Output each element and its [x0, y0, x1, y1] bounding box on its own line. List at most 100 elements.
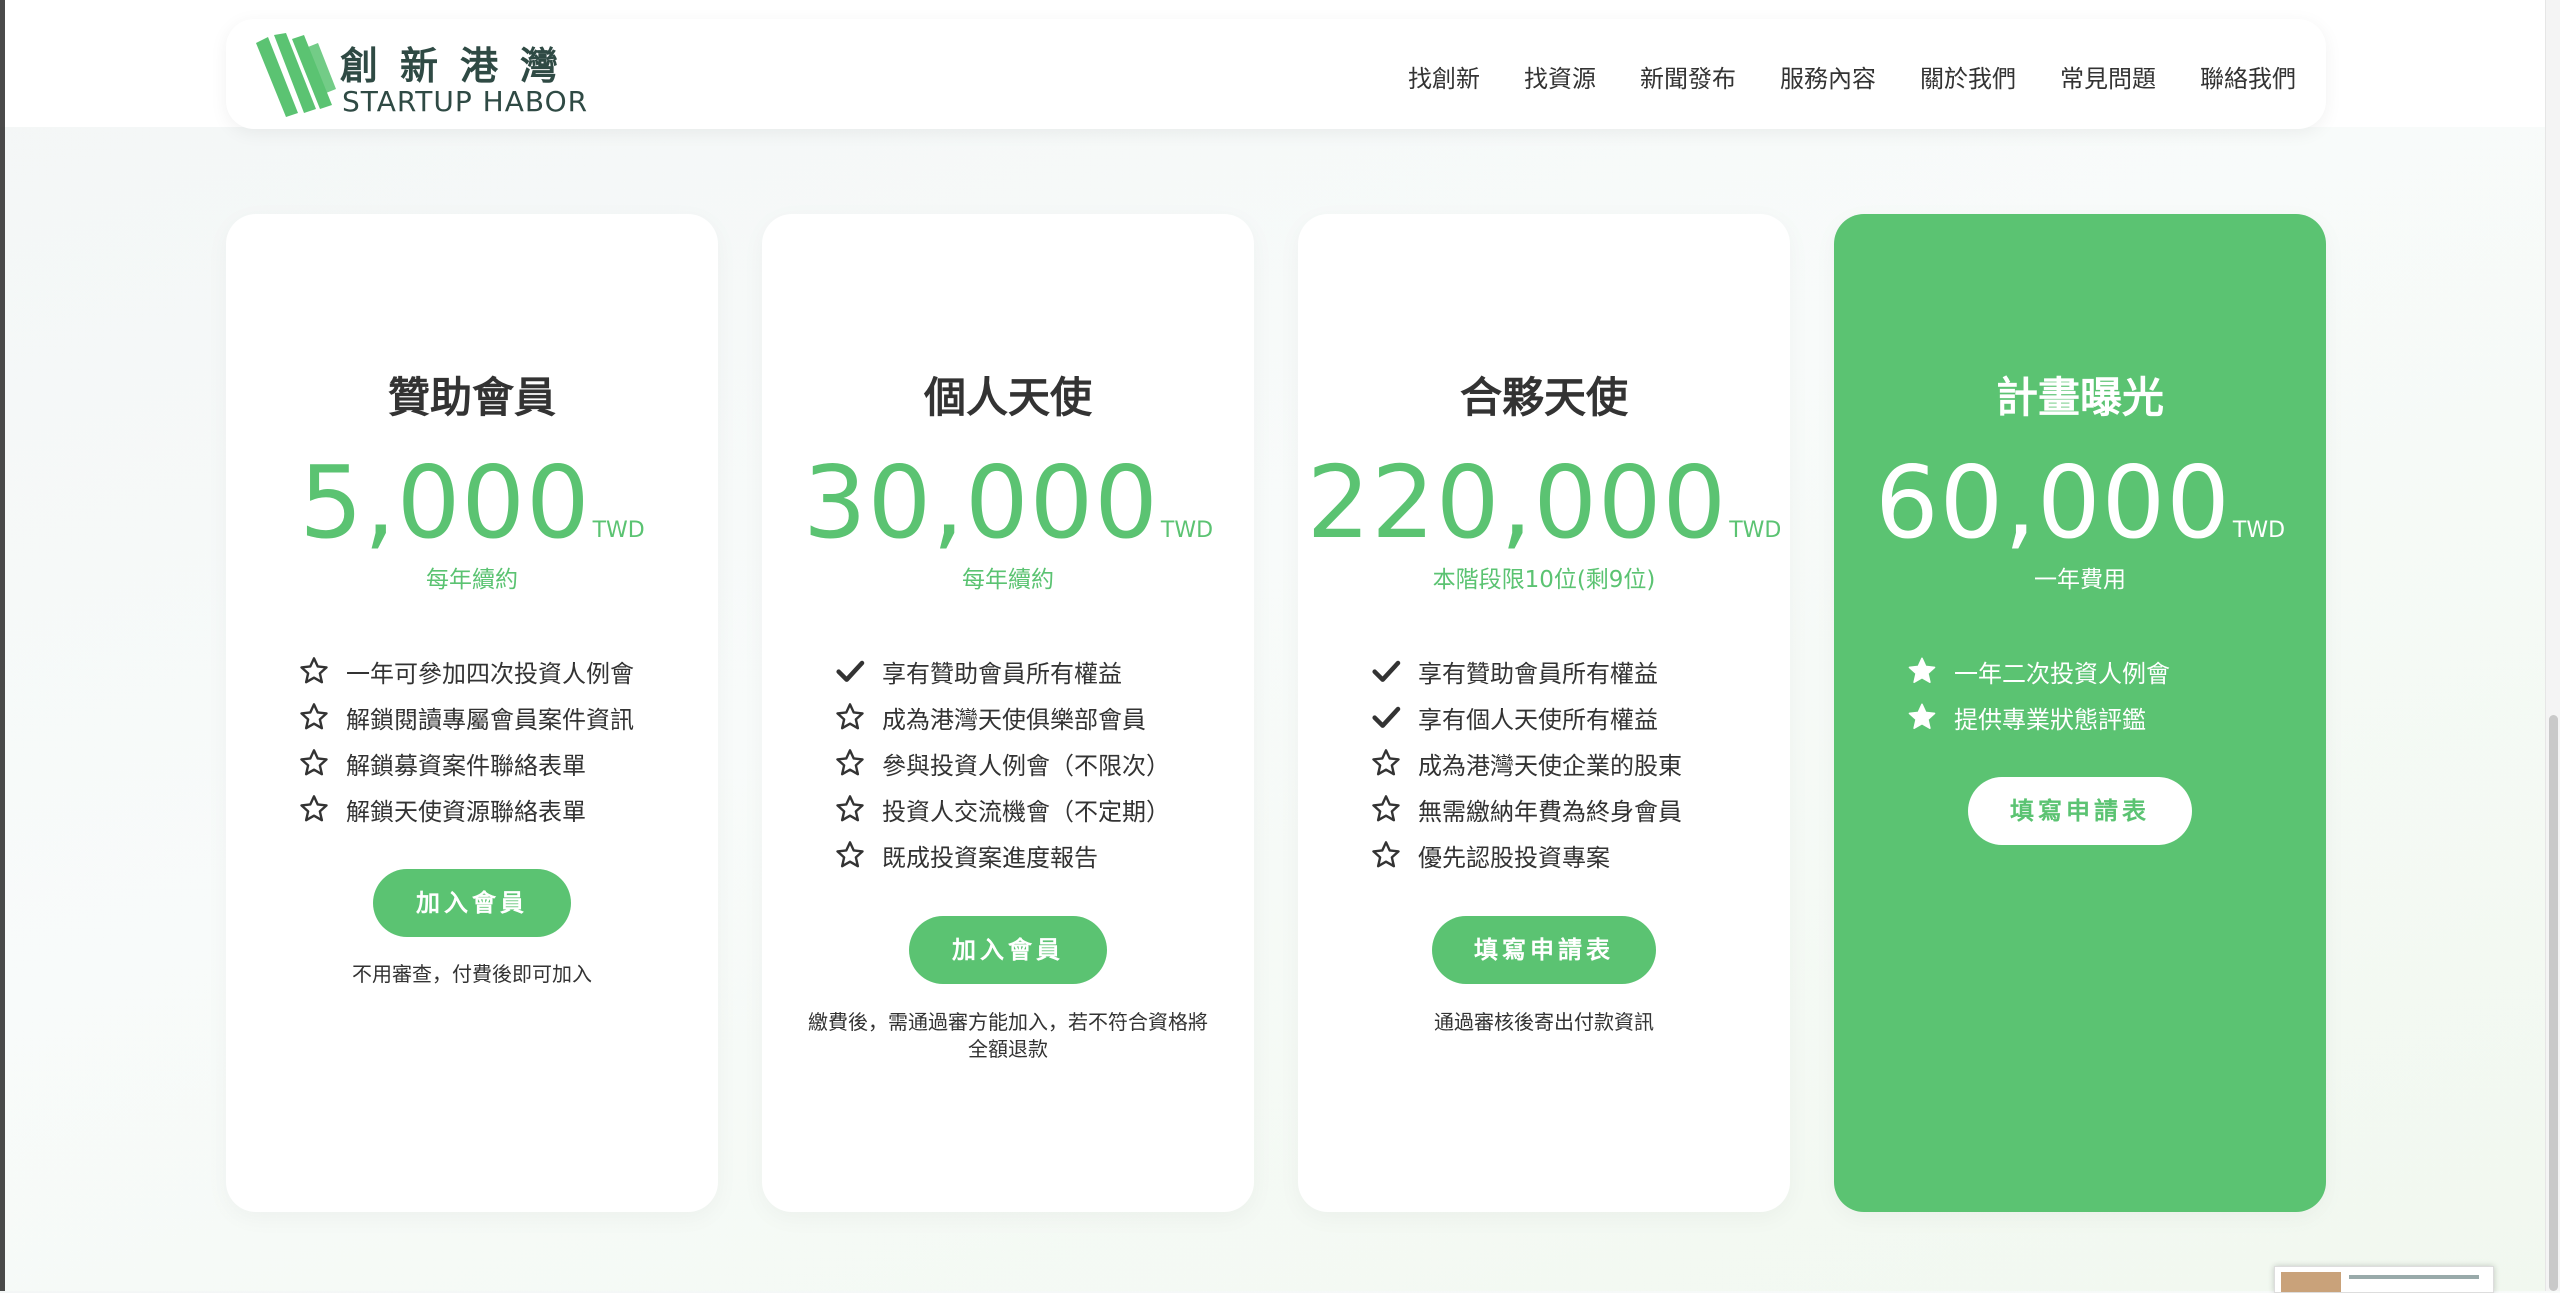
feature-text: 無需繳納年費為終身會員	[1418, 797, 1682, 826]
plan-title: 計畫曝光	[1995, 373, 2164, 422]
plan-card-partner-angel: 合夥天使 220,000TWD 本階段限10位(剩9位) 享有贊助會員所有權益 …	[1298, 214, 1790, 1212]
star-outline-icon	[300, 657, 328, 684]
feature-text: 解鎖募資案件聯絡表單	[346, 751, 586, 780]
plan-currency: TWD	[1729, 518, 1782, 543]
plan-card-project-exposure: 計畫曝光 60,000TWD 一年費用 一年二次投資人例會 提供專業狀態評鑑 填…	[1834, 214, 2326, 1212]
list-item: 享有贊助會員所有權益	[834, 648, 1244, 694]
star-outline-icon	[300, 703, 328, 730]
thumbnail-header-bar	[2349, 1275, 2479, 1279]
list-item: 既成投資案進度報告	[834, 832, 1244, 878]
window-left-edge	[0, 0, 5, 1291]
nav-about[interactable]: 關於我們	[1920, 59, 2016, 94]
feature-text: 成為港灣天使俱樂部會員	[882, 705, 1146, 734]
check-icon	[1372, 660, 1401, 682]
list-item: 一年二次投資人例會	[1906, 648, 2316, 694]
plan-price: 30,000	[802, 444, 1159, 561]
plan-currency: TWD	[1160, 518, 1214, 543]
feature-text: 提供專業狀態評鑑	[1954, 705, 2146, 734]
feature-text: 既成投資案進度報告	[882, 843, 1098, 872]
plan-price-row: 220,000TWD	[1298, 444, 1790, 561]
feature-text: 解鎖閱讀專屬會員案件資訊	[346, 705, 634, 734]
star-filled-icon	[1908, 657, 1936, 683]
list-item: 享有贊助會員所有權益	[1370, 648, 1780, 694]
check-icon	[836, 660, 865, 682]
plan-currency: TWD	[592, 518, 645, 543]
plan-price: 60,000	[1874, 444, 2231, 561]
star-outline-icon	[1372, 749, 1400, 776]
fill-application-button[interactable]: 填寫申請表	[1968, 777, 2192, 845]
plan-price-row: 30,000TWD	[762, 444, 1254, 561]
nav-services[interactable]: 服務內容	[1780, 59, 1876, 94]
vertical-scrollbar[interactable]	[2545, 0, 2560, 1291]
list-item: 參與投資人例會（不限次）	[834, 740, 1244, 786]
feature-text: 優先認股投資專案	[1418, 843, 1610, 872]
join-member-button[interactable]: 加入會員	[909, 916, 1107, 984]
plan-price: 5,000	[299, 444, 591, 561]
plan-feature-list: 一年可參加四次投資人例會 解鎖閱讀專屬會員案件資訊 解鎖募資案件聯絡表單 解鎖天…	[298, 648, 708, 832]
feature-text: 一年二次投資人例會	[1954, 659, 2170, 688]
feature-text: 一年可參加四次投資人例會	[346, 659, 634, 688]
list-item: 解鎖募資案件聯絡表單	[298, 740, 708, 786]
plan-feature-list: 一年二次投資人例會 提供專業狀態評鑑	[1906, 648, 2316, 740]
check-icon	[1372, 706, 1401, 728]
preview-thumbnail[interactable]	[2274, 1266, 2494, 1293]
star-outline-icon	[300, 795, 328, 822]
site-header: 創新港灣 STARTUP HABOR 找創新 找資源 新聞發布 服務內容 關於我…	[226, 19, 2326, 129]
star-outline-icon	[1372, 795, 1400, 822]
nav-news[interactable]: 新聞發布	[1640, 59, 1736, 94]
nav-find-innovation[interactable]: 找創新	[1408, 59, 1480, 94]
plan-term: 本階段限10位(剩9位)	[1432, 567, 1656, 593]
star-outline-icon	[300, 749, 328, 776]
plan-title: 合夥天使	[1459, 373, 1628, 422]
list-item: 提供專業狀態評鑑	[1906, 694, 2316, 740]
star-outline-icon	[836, 795, 864, 822]
feature-text: 投資人交流機會（不定期）	[882, 797, 1170, 826]
logo-mark-icon	[256, 33, 336, 117]
list-item: 解鎖天使資源聯絡表單	[298, 786, 708, 832]
feature-text: 享有個人天使所有權益	[1418, 705, 1658, 734]
star-outline-icon	[836, 703, 864, 730]
list-item: 優先認股投資專案	[1370, 832, 1780, 878]
list-item: 一年可參加四次投資人例會	[298, 648, 708, 694]
logo-name-en: STARTUP HABOR	[342, 85, 589, 118]
list-item: 投資人交流機會（不定期）	[834, 786, 1244, 832]
scrollbar-thumb[interactable]	[2549, 715, 2558, 1291]
nav-faq[interactable]: 常見問題	[2060, 59, 2156, 94]
list-item: 解鎖閱讀專屬會員案件資訊	[298, 694, 708, 740]
feature-text: 享有贊助會員所有權益	[882, 659, 1122, 688]
feature-text: 享有贊助會員所有權益	[1418, 659, 1658, 688]
nav-find-resources[interactable]: 找資源	[1524, 59, 1596, 94]
plan-card-personal-angel: 個人天使 30,000TWD 每年續約 享有贊助會員所有權益 成為港灣天使俱樂部…	[762, 214, 1254, 1212]
plan-card-sponsor: 贊助會員 5,000TWD 每年續約 一年可參加四次投資人例會 解鎖閱讀專屬會員…	[226, 214, 718, 1212]
plan-price-row: 5,000TWD	[226, 444, 718, 561]
list-item: 享有個人天使所有權益	[1370, 694, 1780, 740]
plan-currency: TWD	[2232, 518, 2286, 543]
feature-text: 解鎖天使資源聯絡表單	[346, 797, 586, 826]
plan-title: 贊助會員	[387, 373, 556, 422]
plan-note: 繳費後，需通過審方能加入，若不符合資格將全額退款	[808, 1010, 1208, 1061]
plan-title: 個人天使	[923, 373, 1092, 422]
plan-note: 不用審查，付費後即可加入	[352, 962, 592, 986]
nav-contact[interactable]: 聯絡我們	[2200, 59, 2296, 94]
main-nav: 找創新 找資源 新聞發布 服務內容 關於我們 常見問題 聯絡我們	[1408, 59, 2296, 94]
plan-price: 220,000	[1306, 444, 1728, 561]
join-member-button[interactable]: 加入會員	[373, 869, 571, 937]
star-outline-icon	[836, 749, 864, 776]
list-item: 無需繳納年費為終身會員	[1370, 786, 1780, 832]
star-filled-icon	[1908, 703, 1936, 729]
plan-note: 通過審核後寄出付款資訊	[1434, 1010, 1654, 1034]
logo-name-cn: 創新港灣	[340, 44, 581, 88]
star-outline-icon	[836, 841, 864, 868]
plan-term: 每年續約	[426, 567, 518, 593]
fill-application-button[interactable]: 填寫申請表	[1432, 916, 1656, 984]
list-item: 成為港灣天使企業的股東	[1370, 740, 1780, 786]
plan-feature-list: 享有贊助會員所有權益 享有個人天使所有權益 成為港灣天使企業的股東 無需繳納年費…	[1370, 648, 1780, 878]
plan-term: 每年續約	[962, 567, 1054, 593]
feature-text: 參與投資人例會（不限次）	[882, 751, 1170, 780]
star-outline-icon	[1372, 841, 1400, 868]
plan-feature-list: 享有贊助會員所有權益 成為港灣天使俱樂部會員 參與投資人例會（不限次） 投資人交…	[834, 648, 1244, 878]
plan-term: 一年費用	[2034, 567, 2126, 593]
thumbnail-image	[2281, 1272, 2341, 1292]
plan-price-row: 60,000TWD	[1834, 444, 2326, 561]
list-item: 成為港灣天使俱樂部會員	[834, 694, 1244, 740]
